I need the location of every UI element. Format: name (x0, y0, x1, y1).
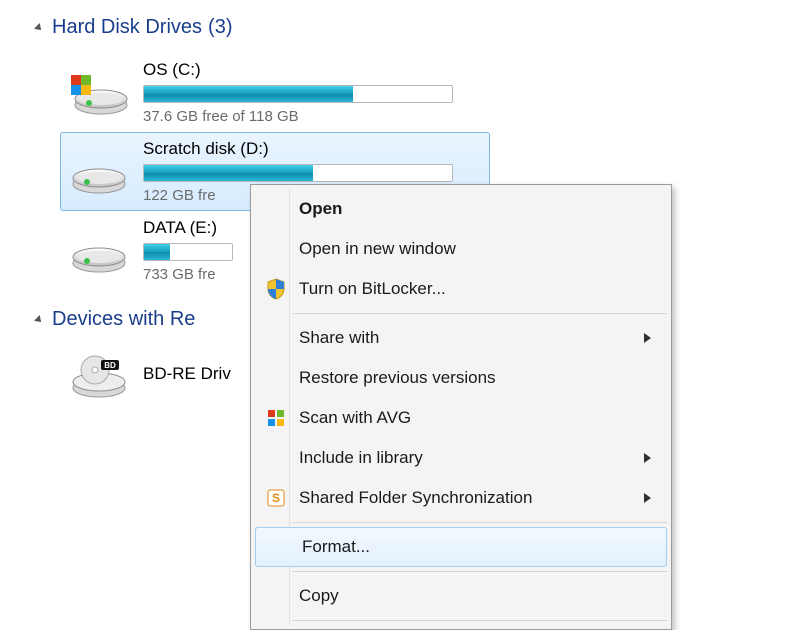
usage-bar (143, 85, 453, 103)
shield-icon (266, 278, 286, 300)
menu-label: Open in new window (299, 239, 651, 259)
submenu-arrow-icon (644, 453, 651, 463)
menu-label: Include in library (299, 448, 644, 468)
group-header-hdd[interactable]: Hard Disk Drives (3) (36, 16, 807, 39)
menu-label: Copy (299, 586, 651, 606)
menu-label: Restore previous versions (299, 368, 651, 388)
menu-label: Turn on BitLocker... (299, 279, 651, 299)
menu-label: Share with (299, 328, 644, 348)
menu-bitlocker[interactable]: Turn on BitLocker... (253, 269, 669, 309)
group-title: Hard Disk Drives (52, 16, 202, 39)
sync-icon: S (267, 489, 285, 507)
menu-restore-previous[interactable]: Restore previous versions (253, 358, 669, 398)
menu-separator (293, 620, 667, 621)
submenu-arrow-icon (644, 493, 651, 503)
group-title: Devices with Re (52, 308, 195, 331)
usage-bar (143, 164, 453, 182)
menu-label: Shared Folder Synchronization (299, 488, 644, 508)
drive-label: Scratch disk (D:) (143, 139, 479, 159)
menu-separator (293, 522, 667, 523)
drive-label: OS (C:) (143, 60, 479, 80)
submenu-arrow-icon (644, 333, 651, 343)
optical-drive-icon: BD (67, 352, 131, 400)
menu-shared-folder-sync[interactable]: S Shared Folder Synchronization (253, 478, 669, 518)
hard-drive-icon (67, 227, 131, 275)
hard-drive-icon (67, 148, 131, 196)
menu-share-with[interactable]: Share with (253, 318, 669, 358)
menu-label: Scan with AVG (299, 408, 651, 428)
chevron-down-icon (34, 23, 44, 33)
drive-free-text: 37.6 GB free of 118 GB (143, 108, 479, 125)
usage-bar (143, 243, 233, 261)
menu-open-new-window[interactable]: Open in new window (253, 229, 669, 269)
menu-include-library[interactable]: Include in library (253, 438, 669, 478)
drive-item-os-c[interactable]: OS (C:) 37.6 GB free of 118 GB (60, 53, 490, 132)
group-count: (3) (208, 16, 232, 39)
menu-separator (293, 313, 667, 314)
hard-drive-os-icon (67, 69, 131, 117)
menu-separator (293, 571, 667, 572)
svg-text:BD: BD (104, 361, 116, 370)
menu-label: Format... (302, 537, 648, 557)
menu-format[interactable]: Format... (255, 527, 667, 567)
chevron-down-icon (34, 315, 44, 325)
menu-scan-avg[interactable]: Scan with AVG (253, 398, 669, 438)
avg-icon (267, 409, 285, 427)
menu-open[interactable]: Open (253, 189, 669, 229)
menu-copy[interactable]: Copy (253, 576, 669, 616)
context-menu: Open Open in new window Turn on BitLocke… (250, 184, 672, 630)
menu-label: Open (299, 199, 651, 219)
svg-text:S: S (272, 491, 280, 505)
